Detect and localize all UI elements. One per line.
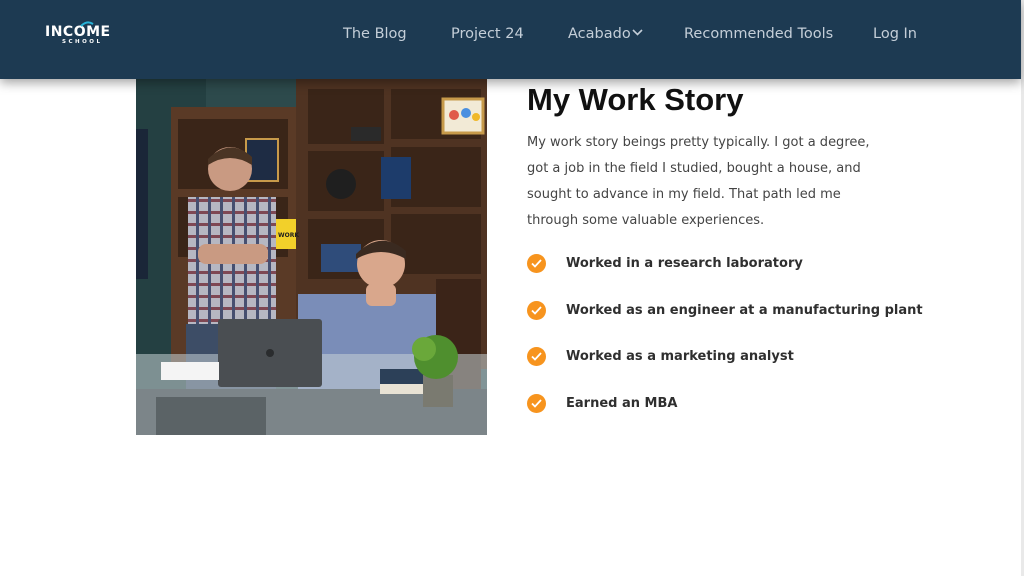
founders-photo-illustration: WORK (136, 79, 487, 435)
intro-paragraph: My work story beings pretty typically. I… (527, 135, 870, 228)
list-item: Worked as an engineer at a manufacturing… (527, 301, 923, 321)
list-item: Worked in a research laboratory (527, 254, 907, 274)
logo-wordmark: INCOME (45, 24, 111, 40)
list-item-label: Worked as an engineer at a manufacturing… (566, 303, 923, 318)
list-item-label: Worked as a marketing analyst (566, 349, 794, 364)
check-circle-icon (527, 347, 546, 366)
list-item-label: Earned an MBA (566, 396, 678, 411)
logo-subtext: SCHOOL (62, 39, 103, 45)
check-circle-icon (527, 394, 546, 413)
nav-recommended-tools[interactable]: Recommended Tools (684, 24, 833, 44)
list-item: Worked as a marketing analyst (527, 347, 907, 367)
site-header: INCOME SCHOOL The Blog Project 24 Acabad… (0, 0, 1021, 79)
check-circle-icon (527, 254, 546, 273)
chevron-down-icon[interactable] (632, 29, 643, 36)
founders-photo: WORK (136, 79, 487, 435)
nav-acabado[interactable]: Acabado (568, 24, 631, 44)
list-item-label: Worked in a research laboratory (566, 256, 803, 271)
income-school-logo[interactable]: INCOME SCHOOL (45, 21, 111, 50)
page-title: My Work Story (527, 82, 744, 117)
check-circle-icon (527, 301, 546, 320)
nav-project-24[interactable]: Project 24 (451, 24, 524, 44)
photo-sign-text: WORK (278, 232, 299, 239)
logo-swoosh-icon (80, 21, 94, 27)
nav-log-in[interactable]: Log In (873, 24, 917, 44)
nav-the-blog[interactable]: The Blog (343, 24, 407, 44)
list-item: Earned an MBA (527, 394, 907, 414)
